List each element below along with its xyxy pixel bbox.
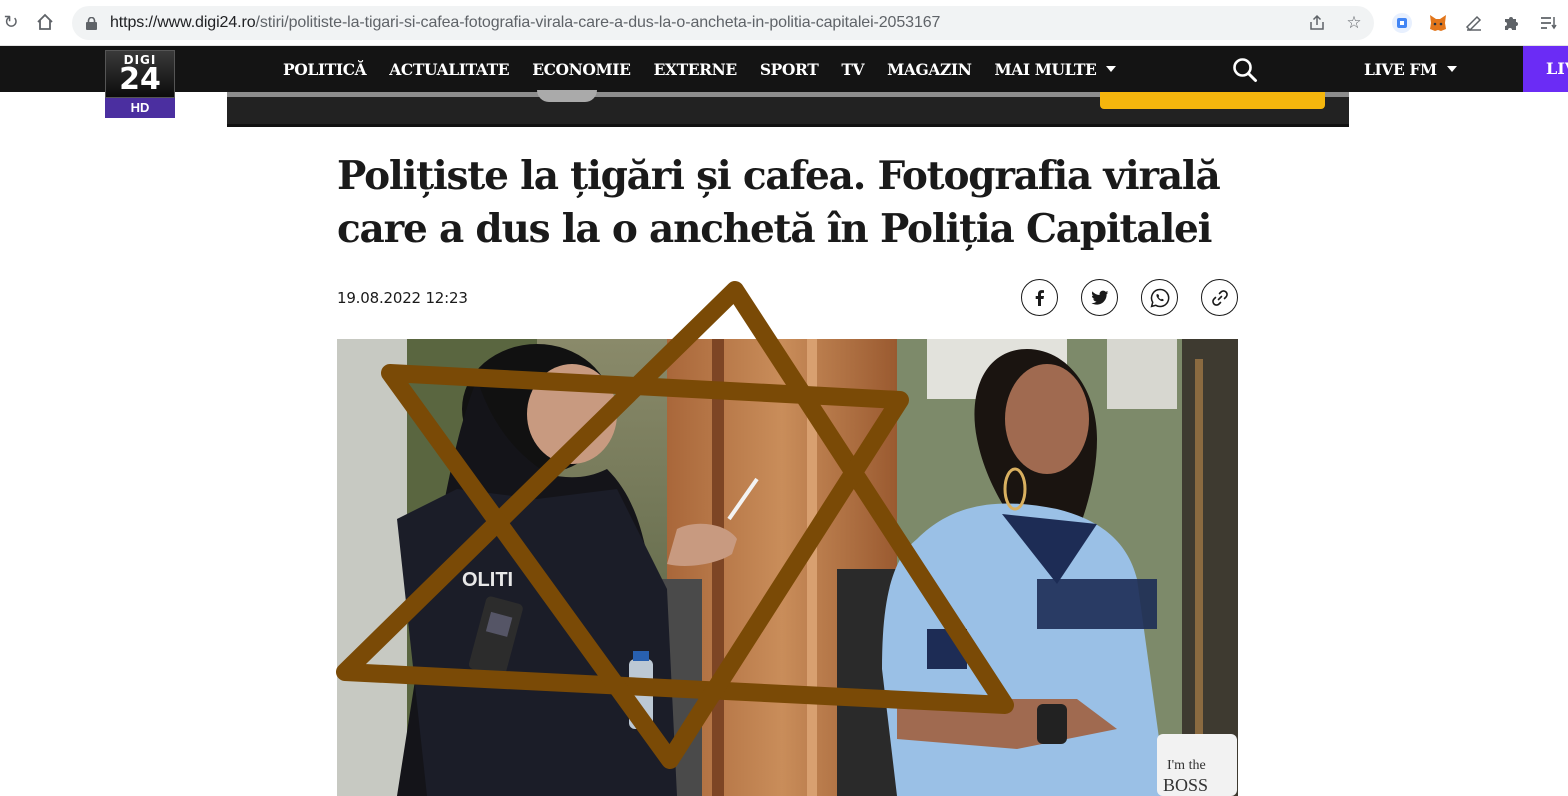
nav-item-actualitate[interactable]: ACTUALITATE	[389, 60, 509, 79]
share-twitter-button[interactable]	[1081, 279, 1118, 316]
live-fm-menu[interactable]: LIVE FM	[1364, 60, 1457, 79]
nav-item-magazin[interactable]: MAGAZIN	[887, 60, 972, 79]
article-title: Polițiste la țigări și cafea. Fotografia…	[337, 153, 1221, 252]
copy-link-button[interactable]	[1201, 279, 1238, 316]
nav-item-tv[interactable]: TV	[841, 60, 864, 79]
chevron-down-icon	[1446, 66, 1457, 72]
url-host: https://www.digi24.ro	[110, 14, 256, 31]
live-button[interactable]: LIVE	[1523, 46, 1568, 92]
home-icon[interactable]	[34, 10, 56, 34]
nav-item-economie[interactable]: ECONOMIE	[532, 60, 631, 79]
browser-toolbar: ↻ https://www.digi24.ro/stiri/politiste-…	[0, 0, 1568, 46]
nav-item-mai-multe[interactable]: MAI MULTE	[994, 59, 1117, 79]
ad-cta-button[interactable]	[1100, 92, 1325, 109]
reading-list-icon[interactable]	[1536, 11, 1560, 35]
extension-translate-icon[interactable]	[1390, 11, 1414, 35]
extension-pen-icon[interactable]	[1462, 11, 1486, 35]
ad-banner[interactable]	[227, 90, 1349, 127]
vest-text: OLITI	[462, 569, 513, 591]
bookmark-star-icon[interactable]: ☆	[1343, 12, 1365, 34]
address-bar[interactable]: https://www.digi24.ro/stiri/politiste-la…	[72, 6, 1374, 40]
digi24-logo[interactable]: DIGI 24 HD	[105, 50, 175, 119]
metamask-fox-icon[interactable]	[1426, 11, 1450, 35]
reload-icon[interactable]: ↻	[0, 10, 22, 34]
whatsapp-icon	[1150, 288, 1169, 307]
chevron-down-icon	[1106, 65, 1117, 72]
main-menu: POLITICĂ ACTUALITATE ECONOMIE EXTERNE SP…	[283, 46, 1139, 92]
twitter-icon	[1090, 290, 1108, 305]
site-navigation: POLITICĂ ACTUALITATE ECONOMIE EXTERNE SP…	[0, 46, 1568, 92]
nav-item-externe[interactable]: EXTERNE	[654, 60, 738, 79]
nav-item-mai-multe-label: MAI MULTE	[994, 59, 1097, 79]
extensions-puzzle-icon[interactable]	[1499, 11, 1523, 35]
lock-icon	[86, 17, 97, 30]
nav-item-sport[interactable]: SPORT	[760, 60, 819, 79]
mug-text-line1: I'm the	[1167, 758, 1206, 773]
live-fm-label: LIVE FM	[1364, 60, 1437, 79]
url-text[interactable]: https://www.digi24.ro/stiri/politiste-la…	[110, 14, 940, 32]
ad-graphic	[537, 90, 597, 102]
share-page-icon[interactable]	[1306, 12, 1328, 34]
share-whatsapp-button[interactable]	[1141, 279, 1178, 316]
article-photo: OLITI I'm the BOSS	[337, 339, 1238, 796]
logo-number: 24	[119, 62, 161, 97]
mug-text-line2: BOSS	[1163, 775, 1208, 795]
link-icon	[1211, 289, 1228, 306]
facebook-icon	[1035, 289, 1044, 306]
search-icon[interactable]	[1232, 57, 1258, 83]
article-date: 19.08.2022 12:23	[337, 289, 468, 307]
url-path: /stiri/politiste-la-tigari-si-cafea-foto…	[255, 14, 941, 31]
logo-hd-badge: HD	[105, 98, 175, 118]
share-facebook-button[interactable]	[1021, 279, 1058, 316]
logo-mark: DIGI 24	[105, 50, 175, 98]
nav-item-politica[interactable]: POLITICĂ	[283, 60, 367, 79]
